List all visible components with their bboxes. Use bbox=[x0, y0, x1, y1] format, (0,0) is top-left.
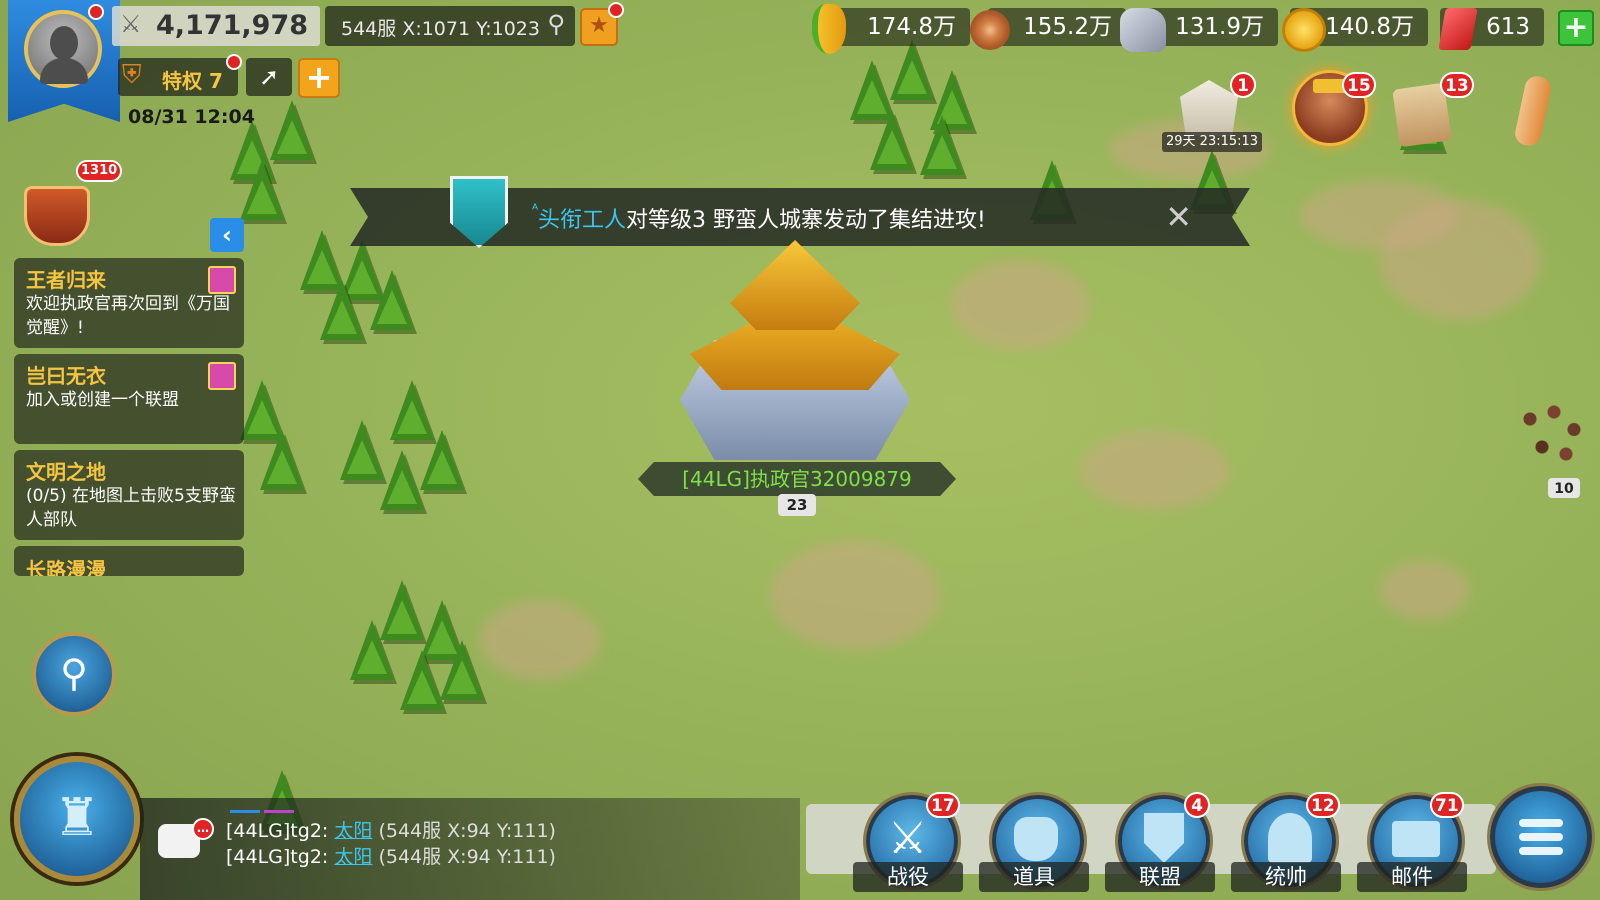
gold-value: 140.8万 bbox=[1325, 14, 1414, 40]
city-level: 23 bbox=[786, 496, 808, 514]
barbarian-troop[interactable] bbox=[1510, 390, 1600, 480]
chat-panel[interactable]: … [44LG]tg2: 太阳 (544服 X:94 Y:111) [44LG]… bbox=[140, 798, 800, 900]
stone-icon bbox=[1120, 8, 1166, 52]
barbarian-figures-icon bbox=[1514, 398, 1594, 468]
quest-desc: 欢迎执政官再次回到《万国觉醒》! bbox=[26, 294, 230, 338]
event1-timer: 29天 23:15:13 bbox=[1162, 132, 1263, 152]
avatar[interactable] bbox=[24, 10, 102, 88]
plus-icon: + bbox=[1563, 10, 1589, 45]
map-search-button[interactable]: ⚲ bbox=[32, 632, 116, 716]
close-icon[interactable]: ✕ bbox=[1165, 198, 1192, 236]
quest-item[interactable]: 长路漫漫 bbox=[14, 546, 244, 576]
alliance-label: 联盟 bbox=[1105, 862, 1215, 892]
avatar-alert-dot bbox=[88, 4, 104, 20]
temple-icon bbox=[1180, 80, 1238, 136]
gold-coin-icon bbox=[1282, 8, 1326, 52]
search-icon[interactable]: ⚲ bbox=[547, 10, 565, 38]
castle-icon: ♜ bbox=[53, 788, 101, 848]
commander-label: 统帅 bbox=[1231, 862, 1341, 892]
commander-badge: 12 bbox=[1306, 792, 1340, 818]
event-parchment-button[interactable] bbox=[1510, 72, 1556, 152]
hamburger-menu-icon bbox=[1519, 819, 1563, 827]
campaign-label: 战役 bbox=[853, 862, 963, 892]
plus-icon: + bbox=[305, 58, 333, 96]
food-resource[interactable]: 174.8万 bbox=[830, 8, 970, 46]
add-gems-button[interactable]: + bbox=[1558, 10, 1594, 46]
notification-player-link[interactable]: 头衔工人 bbox=[538, 208, 626, 233]
barbarian-level: 10 bbox=[1554, 481, 1574, 497]
quest-item[interactable]: 文明之地 (0/5) 在地图上击败5支野蛮人部队 bbox=[14, 450, 244, 540]
barbarian-level-badge: 10 bbox=[1548, 478, 1580, 498]
alliance-badge: 4 bbox=[1184, 792, 1210, 818]
bag-icon bbox=[1014, 817, 1058, 861]
corn-icon bbox=[812, 4, 846, 54]
gems-value: 613 bbox=[1486, 14, 1530, 40]
event3-badge: 13 bbox=[1440, 72, 1474, 98]
event1-badge: 1 bbox=[1230, 72, 1256, 98]
vip-button[interactable]: ⛨ 特权 7 bbox=[118, 58, 238, 96]
parchment-icon bbox=[1513, 74, 1553, 148]
coords-display[interactable]: 544服 X:1071 Y:1023 ⚲ bbox=[325, 6, 575, 46]
chat-alert-badge: … bbox=[192, 818, 214, 840]
helmet-icon bbox=[1268, 813, 1312, 863]
envelope-icon bbox=[1392, 821, 1440, 857]
chevron-left-icon: ‹ bbox=[222, 221, 232, 249]
power-value: 4,171,978 bbox=[156, 10, 309, 41]
quest-item[interactable]: 岂曰无衣 加入或创建一个联盟 bbox=[14, 354, 244, 444]
campaign-badge: 17 bbox=[926, 792, 960, 818]
missions-book-icon bbox=[24, 186, 90, 246]
collapse-quests-button[interactable]: ‹ bbox=[210, 218, 244, 252]
coords-text: 544服 X:1071 Y:1023 bbox=[341, 18, 540, 40]
power-display[interactable]: ⚔ 4,171,978 bbox=[112, 6, 320, 46]
quest-title: 文明之地 bbox=[26, 460, 106, 484]
shield-icon bbox=[1144, 813, 1184, 863]
quest-item[interactable]: 王者归来 欢迎执政官再次回到《万国觉醒》! bbox=[14, 258, 244, 348]
chat-link[interactable]: 太阳 bbox=[334, 820, 372, 842]
crossed-swords-icon: ⚔ bbox=[888, 813, 928, 864]
food-value: 174.8万 bbox=[867, 14, 956, 40]
up-arrow-icon: ➚ bbox=[258, 63, 280, 91]
main-menu-button[interactable] bbox=[1490, 786, 1592, 888]
magnifier-icon: ⚲ bbox=[60, 651, 88, 695]
chat-tab-indicator bbox=[230, 810, 260, 813]
chat-sender: [44LG]tg2 bbox=[226, 846, 322, 868]
city-name-plate[interactable]: [44LG]执政官32009879 bbox=[638, 462, 956, 496]
datetime-text: 08/31 12:04 bbox=[128, 106, 255, 128]
upgrade-arrow-button[interactable]: ➚ bbox=[246, 58, 292, 96]
quest-title: 长路漫漫 bbox=[26, 558, 106, 576]
vip-label: 特权 7 bbox=[162, 69, 223, 93]
vip-alert-dot bbox=[226, 54, 242, 70]
gift-icon bbox=[208, 266, 236, 294]
player-city[interactable] bbox=[660, 230, 930, 470]
chat-link[interactable]: 太阳 bbox=[334, 846, 372, 868]
items-label: 道具 bbox=[979, 862, 1089, 892]
quest-desc: (0/5) 在地图上击败5支野蛮人部队 bbox=[26, 486, 236, 530]
event2-badge: 15 bbox=[1342, 72, 1376, 98]
chat-coords: (544服 X:94 Y:111) bbox=[378, 846, 556, 868]
bookmark-alert-dot bbox=[608, 2, 624, 18]
missions-badge: 1310 bbox=[76, 160, 123, 182]
vip-shield-icon: ⛨ bbox=[122, 60, 142, 90]
add-buff-button[interactable]: + bbox=[298, 58, 340, 98]
mail-badge: 71 bbox=[1430, 792, 1464, 818]
wood-log-icon bbox=[970, 10, 1010, 50]
city-name: [44LG]执政官32009879 bbox=[682, 467, 912, 491]
quest-title: 岂曰无衣 bbox=[26, 364, 106, 388]
chat-sender: [44LG]tg2 bbox=[226, 820, 322, 842]
mail-label: 邮件 bbox=[1357, 862, 1467, 892]
sword-icon: ⚔ bbox=[120, 10, 142, 38]
wood-value: 155.2万 bbox=[1023, 14, 1112, 40]
chat-coords: (544服 X:94 Y:111) bbox=[378, 820, 556, 842]
avatar-banner[interactable] bbox=[8, 0, 120, 122]
chat-line[interactable]: [44LG]tg2: 太阳 (544服 X:94 Y:111) bbox=[226, 816, 556, 843]
chat-line[interactable]: [44LG]tg2: 太阳 (544服 X:94 Y:111) bbox=[226, 842, 556, 869]
return-city-button[interactable]: ♜ bbox=[14, 756, 140, 882]
chat-tab-indicator bbox=[264, 810, 294, 813]
quest-title: 王者归来 bbox=[26, 268, 106, 292]
city-roof-upper bbox=[730, 240, 860, 330]
city-level-badge: 23 bbox=[778, 494, 816, 516]
gift-icon bbox=[208, 362, 236, 390]
stone-value: 131.9万 bbox=[1175, 14, 1264, 40]
quest-desc: 加入或创建一个联盟 bbox=[26, 390, 179, 410]
